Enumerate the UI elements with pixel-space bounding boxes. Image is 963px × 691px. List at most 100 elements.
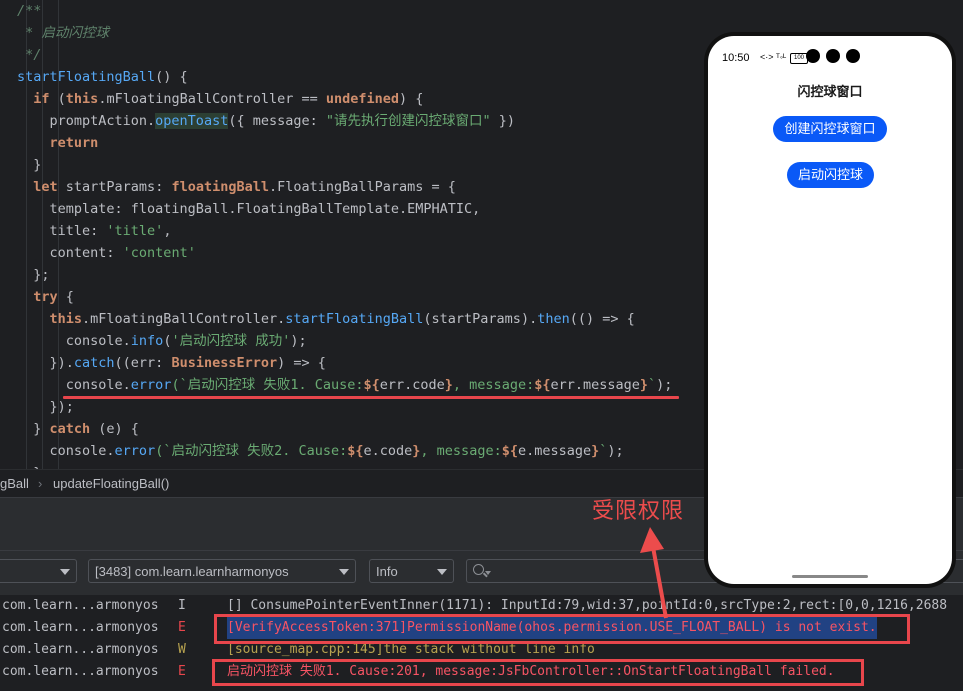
breadcrumb-item-method[interactable]: updateFloatingBall() <box>53 470 169 497</box>
log-tag: com.learn...armonyos <box>2 620 159 635</box>
code-line: /** <box>17 0 41 22</box>
process-select-value: [3483] com.learn.learnharmonyos <box>95 564 289 579</box>
code-line: } catch (e) { <box>17 418 139 440</box>
annotation-arrow-icon <box>640 527 668 619</box>
camera-icon <box>846 49 860 63</box>
code-token: startParams: <box>57 179 172 195</box>
code-token: (() => { <box>569 311 635 327</box>
code-token: /** <box>17 3 42 19</box>
search-icon <box>473 564 484 575</box>
code-token: } <box>17 421 50 437</box>
code-line: if (this.mFloatingBallController == unde… <box>17 88 423 110</box>
code-token: .FloatingBallParams = { <box>269 179 456 195</box>
permission-error-highlight <box>214 614 910 644</box>
breadcrumb-separator-icon: › <box>38 476 43 491</box>
code-line: } <box>17 462 41 469</box>
code-token: 'content' <box>122 245 196 261</box>
code-token: catch <box>49 421 91 437</box>
code-token: BusinessError <box>171 355 278 371</box>
device-select[interactable] <box>0 559 77 583</box>
code-token: ((err: <box>114 355 172 371</box>
code-token: return <box>49 135 99 151</box>
code-token: then <box>537 311 570 327</box>
code-token: ); <box>607 443 624 459</box>
process-select[interactable]: [3483] com.learn.learnharmonyos <box>88 559 356 583</box>
code-token: (`启动闪控球 失败1. Cause: <box>171 377 364 393</box>
code-token: () { <box>155 69 188 85</box>
code-token: (`启动闪控球 失败2. Cause: <box>155 443 348 459</box>
code-token: openToast <box>155 113 229 129</box>
code-line: }); <box>17 396 74 418</box>
code-token: }; <box>17 267 50 283</box>
create-floating-ball-window-button[interactable]: 创建闪控球窗口 <box>773 116 887 142</box>
code-token: startFloatingBall <box>285 311 424 327</box>
code-token: ( <box>49 91 66 107</box>
log-tag: com.learn...armonyos <box>2 598 159 613</box>
code-token: err.code <box>379 377 445 393</box>
code-line: try { <box>17 286 74 308</box>
code-token: }) <box>490 113 516 129</box>
code-line: } <box>17 154 41 176</box>
code-token: , message: <box>452 377 535 393</box>
code-token: }); <box>17 399 74 415</box>
code-line: content: 'content' <box>17 242 196 264</box>
signal-icon: <·> ᵀ◦ᴸ <box>760 52 787 62</box>
camera-icon <box>826 49 840 63</box>
code-line: }).catch((err: BusinessError) => { <box>17 352 326 374</box>
code-token: } <box>639 377 649 393</box>
log-level: E <box>178 620 186 635</box>
code-line: promptAction.openToast({ message: "请先执行创… <box>17 110 515 132</box>
code-token: try <box>33 289 58 305</box>
log-level-select[interactable]: Info <box>369 559 454 583</box>
start-floating-ball-button[interactable]: 启动闪控球 <box>787 162 874 188</box>
code-token: ` <box>648 377 657 393</box>
log-level-value: Info <box>376 564 398 579</box>
annotation-label: 受限权限 <box>592 499 685 524</box>
code-token: } <box>444 377 453 393</box>
code-token: this <box>65 91 99 107</box>
code-token: this <box>49 311 83 327</box>
code-token: ${ <box>501 443 518 459</box>
code-line: console.error(`启动闪控球 失败2. Cause:${e.code… <box>17 440 624 462</box>
page-title: 闪控球窗口 <box>797 84 863 99</box>
code-line: startFloatingBall() { <box>17 66 188 88</box>
code-token: '启动闪控球 成功' <box>171 333 291 349</box>
code-line: */ <box>17 44 41 66</box>
search-history-icon <box>485 571 491 575</box>
log-tag: com.learn...armonyos <box>2 664 159 679</box>
chevron-down-icon <box>339 569 349 575</box>
code-token: ); <box>290 333 307 349</box>
breadcrumb-item-class[interactable]: gBall <box>0 470 29 497</box>
code-token: let <box>33 179 58 195</box>
phone-screen: 10:50 <·> ᵀ◦ᴸ 100 闪控球窗口 创建闪控球窗口 启动闪控球 <box>708 36 952 584</box>
code-token: ); <box>656 377 673 393</box>
code-line: console.info('启动闪控球 成功'); <box>17 330 307 352</box>
code-token: error <box>130 377 172 393</box>
code-line: console.error(`启动闪控球 失败1. Cause:${err.co… <box>17 374 673 396</box>
code-token: .mFloatingBallController == <box>98 91 326 107</box>
code-token: if <box>33 91 50 107</box>
home-indicator <box>792 575 868 578</box>
code-token: "请先执行创建闪控球窗口" <box>325 113 491 129</box>
code-token: promptAction. <box>17 113 156 129</box>
code-line: template: floatingBall.FloatingBallTempl… <box>17 198 481 220</box>
code-token: e.code <box>363 443 413 459</box>
error-line-underline <box>63 396 679 399</box>
code-line: return <box>17 132 99 154</box>
code-token: ) => { <box>277 355 326 371</box>
code-token: ) { <box>399 91 424 107</box>
code-token: info <box>130 333 164 349</box>
code-line: * 启动闪控球 <box>17 22 109 44</box>
code-token: (e) { <box>90 421 139 437</box>
code-token: 'title' <box>106 223 164 239</box>
camera-icon <box>806 49 820 63</box>
code-line: this.mFloatingBallController.startFloati… <box>17 308 635 330</box>
code-token: err.message <box>550 377 640 393</box>
status-time: 10:50 <box>722 52 750 64</box>
log-tag: com.learn...armonyos <box>2 642 159 657</box>
